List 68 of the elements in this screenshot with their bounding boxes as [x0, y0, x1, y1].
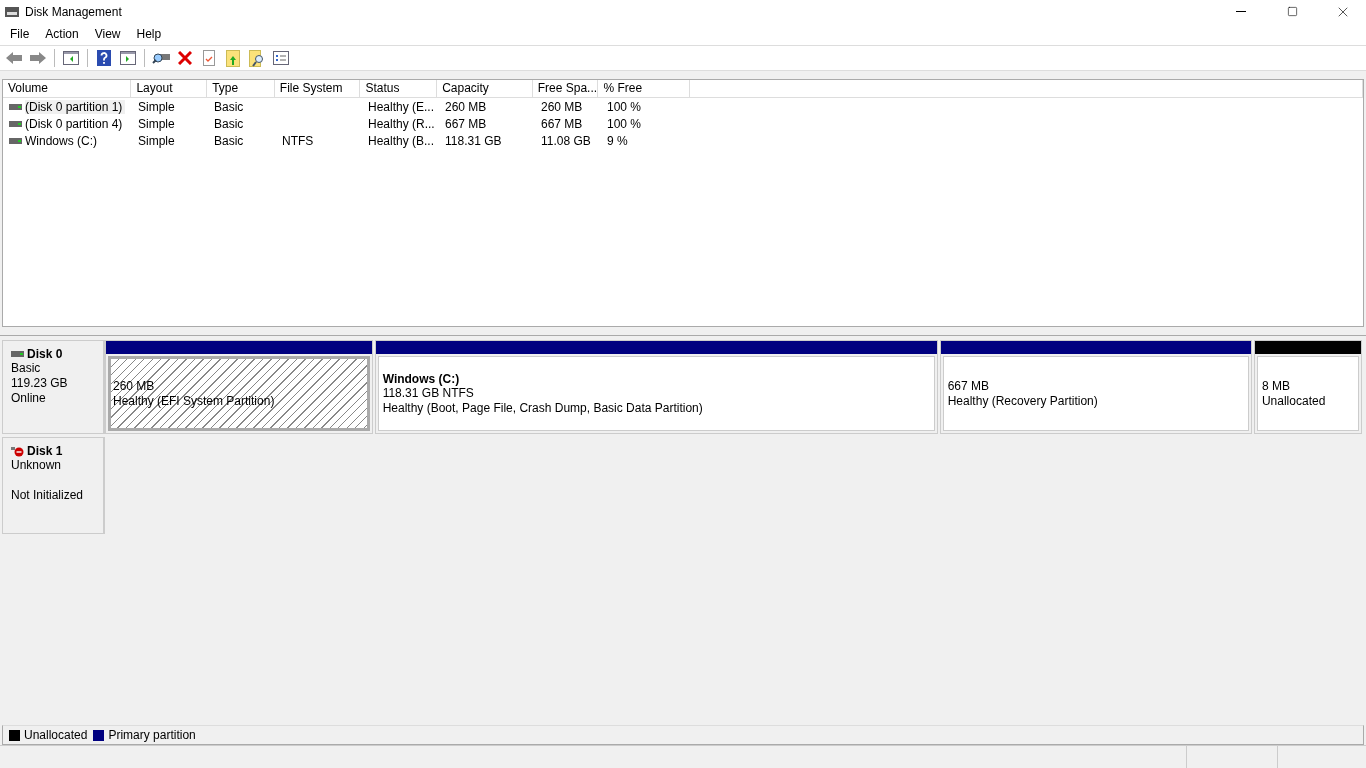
disk-name: Disk 1 — [27, 444, 63, 458]
partition-block[interactable]: 260 MB Healthy (EFI System Partition) — [108, 356, 370, 431]
column-header[interactable]: Free Spa... — [532, 80, 599, 97]
volume-name[interactable]: (Disk 0 partition 4) — [25, 116, 126, 131]
menu-item[interactable]: File — [2, 25, 38, 43]
column-header[interactable]: File System — [274, 80, 361, 97]
disk-detail: Basic — [11, 361, 42, 376]
table-cell: Simple — [138, 133, 175, 148]
table-cell: 118.31 GB — [445, 133, 502, 148]
table-cell: 260 MB — [445, 99, 487, 114]
partition-detail: Healthy (Boot, Page File, Crash Dump, Basic Data Partition) — [382, 400, 704, 416]
table-cell: NTFS — [282, 133, 314, 148]
disk-management-icon — [4, 4, 20, 19]
table-cell: Simple — [138, 99, 175, 114]
partition-detail: 118.31 GB NTFS — [382, 385, 475, 401]
column-header[interactable]: Status — [360, 80, 438, 97]
volume-name[interactable]: Windows (C:) — [25, 133, 100, 148]
table-cell: 100 % — [607, 116, 642, 131]
partition-detail: 667 MB — [947, 378, 991, 394]
restore-icon — [1286, 6, 1298, 17]
disk-status: Online — [11, 391, 47, 406]
table-cell: 9 % — [607, 133, 628, 148]
partition-block[interactable]: 667 MB Healthy (Recovery Partition) — [942, 356, 1249, 431]
table-cell: 100 % — [607, 99, 642, 114]
table-cell: 667 MB — [541, 116, 583, 131]
column-header[interactable]: Volume — [3, 80, 132, 97]
partition-block[interactable]: 8 MB Unallocated — [1256, 356, 1359, 431]
column-header[interactable]: Capacity — [437, 80, 533, 97]
help-button[interactable] — [94, 48, 114, 68]
disk-name: Disk 0 — [27, 347, 63, 361]
action-pane-button[interactable] — [118, 48, 138, 68]
partition-detail: Unallocated — [1261, 393, 1327, 409]
delete-button[interactable] — [175, 48, 195, 68]
table-cell: Basic — [214, 116, 244, 131]
table-cell: Basic — [214, 99, 244, 114]
partition-block[interactable]: Windows (C:) 118.31 GB NTFS Healthy (Boot, Page File, Crash Dump, Basic Data Partition) — [377, 356, 935, 431]
legend-label: Primary partition — [108, 728, 196, 742]
table-cell: 11.08 GB — [541, 133, 591, 148]
table-cell: 260 MB — [541, 99, 583, 114]
partition-detail: 260 MB — [113, 378, 156, 394]
disk-status: Not Initialized — [11, 488, 85, 503]
checklist-button[interactable] — [271, 48, 291, 68]
table-cell: Healthy (B... — [368, 133, 435, 148]
partition-title: Windows (C:) — [382, 371, 461, 386]
console-tree-button[interactable] — [61, 48, 81, 68]
menu-item[interactable]: Help — [128, 25, 170, 43]
minimize-icon — [1236, 11, 1246, 12]
volume-name[interactable]: (Disk 0 partition 1) — [25, 99, 126, 114]
folder-up-button[interactable] — [223, 48, 243, 68]
table-cell: Healthy (E... — [368, 99, 435, 114]
table-cell: 667 MB — [445, 116, 487, 131]
menu-item[interactable]: Action — [37, 25, 87, 43]
table-cell: Basic — [214, 133, 244, 148]
partition-detail: Healthy (EFI System Partition) — [113, 393, 276, 409]
partition-detail: 8 MB — [1261, 378, 1291, 394]
window-title: Disk Management — [25, 4, 123, 19]
disk-detail: 119.23 GB — [11, 376, 69, 391]
column-header[interactable]: Type — [207, 80, 275, 97]
disk-info-panel[interactable]: Disk 1 Unknown Not Initialized — [2, 437, 104, 534]
table-cell: Healthy (R... — [368, 116, 435, 131]
legend-label: Unallocated — [24, 728, 88, 742]
disk-detail: Unknown — [11, 458, 63, 473]
table-cell: Simple — [138, 116, 175, 131]
partition-detail: Healthy (Recovery Partition) — [947, 393, 1099, 409]
column-header[interactable]: % Free — [598, 80, 691, 97]
disk-info-panel[interactable]: Disk 0 Basic 119.23 GB Online — [2, 340, 104, 434]
menu-item[interactable]: View — [86, 25, 129, 43]
column-header[interactable]: Layout — [131, 80, 208, 97]
